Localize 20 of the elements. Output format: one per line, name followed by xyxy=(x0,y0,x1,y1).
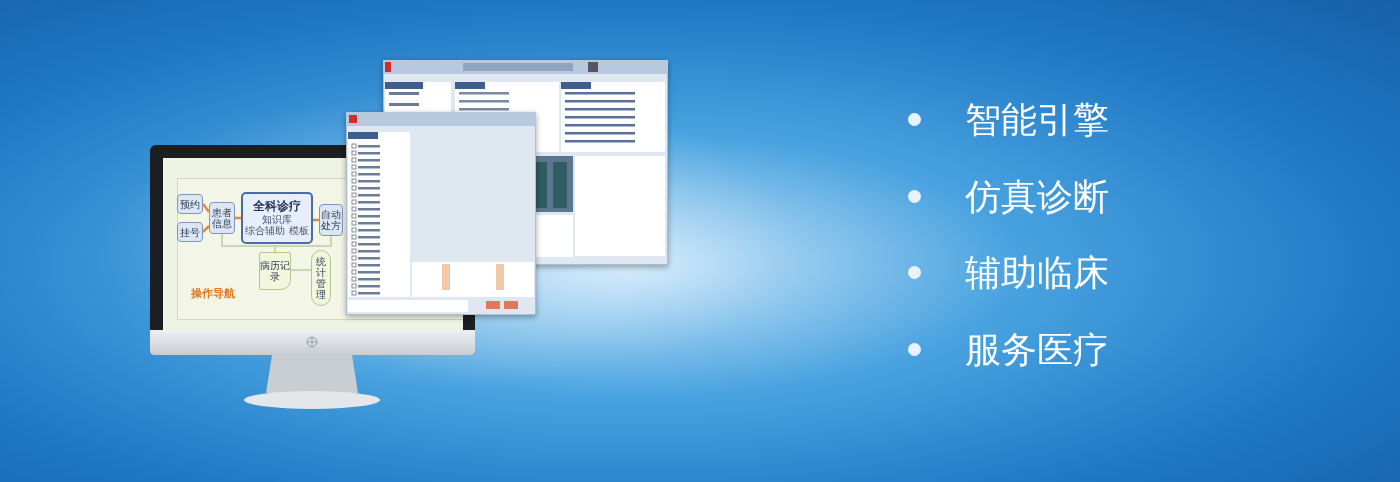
node-subtitle: 知识库 xyxy=(262,213,292,225)
flow-node: 挂号 xyxy=(177,222,203,242)
node-subtitle: 综合辅助 模板 xyxy=(245,224,309,236)
feature-label: 仿真诊断 xyxy=(965,176,1109,217)
flowchart-title: 操作导航 xyxy=(191,286,235,301)
flow-node: 预约 xyxy=(177,194,203,214)
feature-label: 辅助临床 xyxy=(965,253,1109,293)
flow-node: 统计管理 xyxy=(311,250,331,306)
document-node: 病历记录 xyxy=(259,252,291,290)
bullet-dot xyxy=(908,113,921,127)
connector-line xyxy=(290,269,312,271)
flow-node: 自动处方 xyxy=(319,204,343,236)
bullet-dot xyxy=(908,266,921,280)
monitor-logo-icon xyxy=(306,336,318,348)
node-title: 全科诊疗 xyxy=(253,200,301,214)
bullet-dot xyxy=(908,189,921,203)
bullet-dot xyxy=(908,343,921,357)
flow-node: 患者信息 xyxy=(209,202,235,234)
feature-label: 智能引擎 xyxy=(965,100,1109,140)
feature-label: 服务医疗 xyxy=(965,329,1109,370)
